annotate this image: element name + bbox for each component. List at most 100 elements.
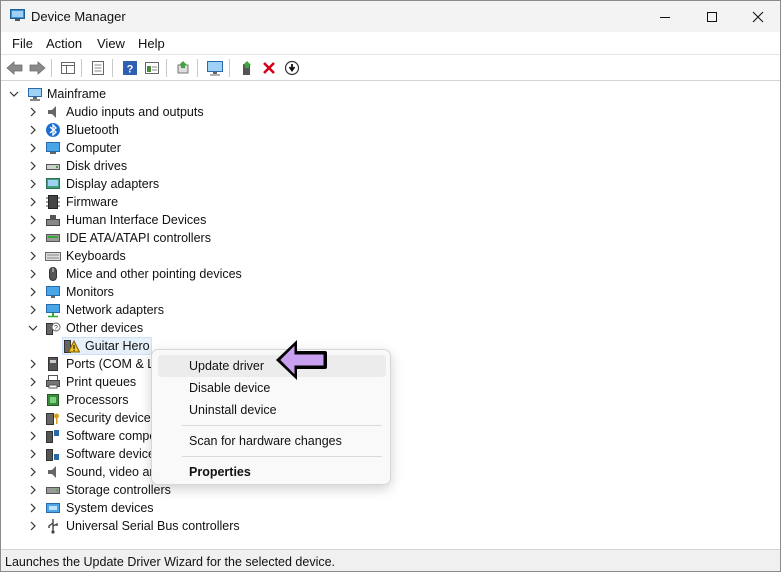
tree-category-item[interactable]: Monitors [1, 283, 780, 301]
tree-category-item[interactable]: Network adapters [1, 301, 780, 319]
chevron-right-icon[interactable] [27, 429, 39, 443]
toolbar-separator [112, 59, 113, 77]
tree-category-item[interactable]: IDE ATA/ATAPI controllers [1, 229, 780, 247]
chevron-down-icon[interactable] [27, 321, 39, 335]
tree-item-label: Storage controllers [66, 483, 171, 497]
chevron-right-icon[interactable] [27, 393, 39, 407]
tree-root[interactable]: Mainframe [1, 85, 780, 103]
tree-category-item[interactable]: Bluetooth [1, 121, 780, 139]
chevron-right-icon[interactable] [27, 141, 39, 155]
svg-text:?: ? [127, 64, 134, 76]
tree-item-label: Human Interface Devices [66, 213, 207, 227]
chevron-right-icon[interactable] [27, 501, 39, 515]
device-manager-window: Device Manager File Action View Help ? M… [0, 0, 781, 572]
chevron-right-icon[interactable] [27, 483, 39, 497]
disable-device-button[interactable] [282, 58, 302, 78]
processor-icon [47, 394, 59, 406]
tree-category-item[interactable]: Universal Serial Bus controllers [1, 517, 780, 535]
tree-item-label: Processors [66, 393, 129, 407]
tree-category-item[interactable]: Display adapters [1, 175, 780, 193]
chevron-right-icon[interactable] [27, 519, 39, 533]
menu-uninstall-device-label: Uninstall device [189, 403, 277, 417]
tree-category-item[interactable]: System devices [1, 499, 780, 517]
menu-disable-device[interactable]: Disable device [158, 377, 386, 399]
chevron-right-icon[interactable] [27, 465, 39, 479]
tree-category-item[interactable]: Keyboards [1, 247, 780, 265]
tree-item-label: Keyboards [66, 249, 126, 263]
tree-category-item[interactable]: Disk drives [1, 157, 780, 175]
toolbar-separator [229, 59, 230, 77]
tree-category-item[interactable]: Firmware [1, 193, 780, 211]
chevron-right-icon[interactable] [27, 267, 39, 281]
tree-category-item[interactable]: Computer [1, 139, 780, 157]
help-button[interactable]: ? [120, 58, 140, 78]
scan-hardware-button[interactable] [205, 58, 225, 78]
chevron-right-icon[interactable] [27, 411, 39, 425]
software-component-icon [46, 430, 59, 443]
computer-icon [46, 142, 60, 154]
tree-item-label: Print queues [66, 375, 137, 389]
enable-device-icon [243, 61, 251, 75]
chevron-right-icon[interactable] [27, 123, 39, 137]
properties-button[interactable] [88, 58, 108, 78]
menu-properties[interactable]: Properties [158, 461, 386, 483]
chevron-right-icon[interactable] [27, 357, 39, 371]
tree-item-label: Audio inputs and outputs [66, 105, 204, 119]
minimize-button[interactable] [642, 1, 688, 32]
menu-scan-hardware[interactable]: Scan for hardware changes [158, 430, 386, 452]
chevron-right-icon[interactable] [27, 159, 39, 173]
menu-update-driver-label: Update driver [189, 359, 265, 373]
tree-item-label: Sound, video an [66, 465, 157, 479]
chevron-right-icon[interactable] [27, 303, 39, 317]
close-button[interactable] [735, 1, 781, 32]
menu-uninstall-device[interactable]: Uninstall device [158, 399, 386, 421]
chevron-right-icon[interactable] [27, 105, 39, 119]
uninstall-icon [263, 62, 275, 74]
menu-properties-label: Properties [189, 465, 251, 479]
menu-disable-device-label: Disable device [189, 381, 271, 395]
tree-item-label: Display adapters [66, 177, 160, 191]
maximize-button[interactable] [689, 1, 735, 32]
forward-button[interactable] [27, 58, 47, 78]
menu-file[interactable]: File [12, 36, 33, 51]
menu-action[interactable]: Action [46, 36, 82, 51]
toolbar-separator [81, 59, 82, 77]
tree-category-item[interactable]: Mice and other pointing devices [1, 265, 780, 283]
chevron-right-icon[interactable] [27, 375, 39, 389]
menu-view[interactable]: View [97, 36, 125, 51]
chevron-down-icon[interactable] [8, 87, 20, 101]
tree-item-label: Monitors [66, 285, 114, 299]
chevron-right-icon[interactable] [27, 231, 39, 245]
back-button[interactable] [5, 58, 25, 78]
update-driver-button[interactable] [173, 58, 193, 78]
tree-category-item[interactable]: Audio inputs and outputs [1, 103, 780, 121]
enable-device-button[interactable] [237, 58, 257, 78]
tree-device-item[interactable]: Guitar Hero [1, 337, 780, 355]
minimize-icon [660, 16, 670, 18]
tree-item-label: Software compo [66, 429, 157, 443]
storage-icon [46, 487, 60, 494]
uninstall-button[interactable] [259, 58, 279, 78]
view-button[interactable] [142, 58, 162, 78]
tree-category-item[interactable]: Storage controllers [1, 481, 780, 499]
tree-root-label: Mainframe [47, 87, 107, 101]
chevron-right-icon[interactable] [27, 447, 39, 461]
chevron-right-icon[interactable] [27, 177, 39, 191]
chevron-right-icon[interactable] [27, 195, 39, 209]
tree-category-item[interactable]: Human Interface Devices [1, 211, 780, 229]
title-bar[interactable]: Device Manager [1, 1, 780, 32]
software-device-icon [46, 449, 59, 461]
ide-controller-icon [46, 234, 60, 242]
view-icon [145, 62, 159, 74]
menu-scan-hardware-label: Scan for hardware changes [189, 434, 342, 448]
tree-category-item[interactable]: ? Other devices [1, 319, 780, 337]
keyboard-icon [45, 252, 61, 261]
menu-update-driver[interactable]: Update driver [158, 355, 386, 377]
chevron-right-icon[interactable] [27, 285, 39, 299]
chevron-right-icon[interactable] [27, 213, 39, 227]
chevron-right-icon[interactable] [27, 249, 39, 263]
toolbar-separator [166, 59, 167, 77]
show-hide-tree-button[interactable] [58, 58, 78, 78]
bluetooth-icon [46, 123, 60, 137]
menu-help[interactable]: Help [138, 36, 165, 51]
